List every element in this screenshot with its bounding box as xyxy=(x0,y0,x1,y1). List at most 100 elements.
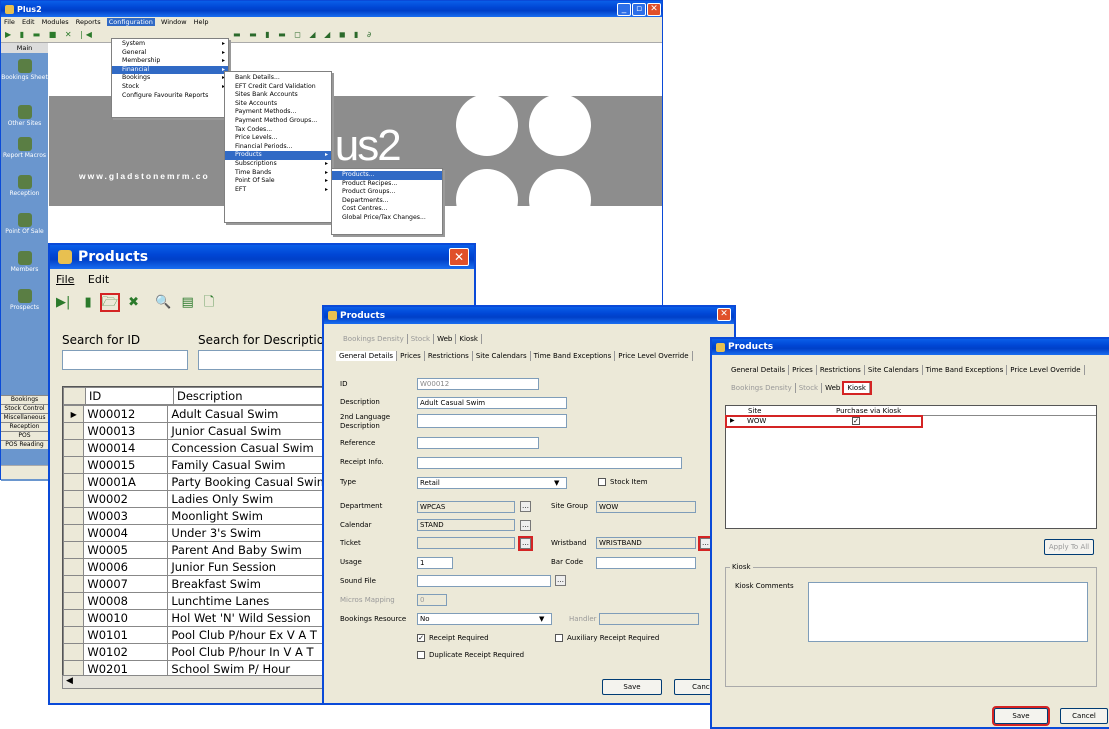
ticket-lookup-button[interactable]: … xyxy=(518,536,533,551)
menu-file[interactable]: File xyxy=(56,273,74,286)
save-button[interactable]: Save xyxy=(602,679,662,695)
save-button[interactable]: Save xyxy=(992,706,1050,726)
sidebar-item-other-sites[interactable]: Other Sites xyxy=(1,105,48,135)
financial-menu-item[interactable]: Sites Bank Accounts xyxy=(225,91,331,100)
column-header-purchase[interactable]: Purchase via Kiosk xyxy=(836,407,901,415)
sidebar-tab-reception[interactable]: Reception xyxy=(1,422,48,431)
row-selector[interactable] xyxy=(63,524,85,542)
first-record-icon[interactable]: ▶| xyxy=(56,295,70,310)
menu-edit[interactable]: Edit xyxy=(88,273,109,286)
table-row[interactable]: W00015 Family Casual Swim xyxy=(63,456,329,474)
financial-menu-item[interactable]: Price Levels... xyxy=(225,134,331,143)
department-lookup-button[interactable]: … xyxy=(520,501,531,512)
products-menu-item[interactable]: Product Groups... xyxy=(332,188,442,197)
tab-kiosk[interactable]: Kiosk xyxy=(456,334,482,344)
table-row[interactable]: W0002 Ladies Only Swim xyxy=(63,490,329,508)
menu-edit[interactable]: Edit xyxy=(22,18,35,26)
financial-menu-item[interactable]: Financial Periods... xyxy=(225,143,331,152)
financial-menu-item[interactable]: Payment Methods... xyxy=(225,108,331,117)
usage-field[interactable]: 1 xyxy=(417,557,453,569)
tab-restrictions[interactable]: Restrictions xyxy=(425,351,473,361)
tab-time-band-exceptions[interactable]: Time Band Exceptions xyxy=(531,351,616,361)
table-row[interactable]: W0102 Pool Club P/hour In V A T xyxy=(63,643,329,661)
search-id-input[interactable] xyxy=(62,350,188,370)
tab-restrictions[interactable]: Restrictions xyxy=(817,365,865,375)
duplicate-receipt-checkbox[interactable]: Duplicate Receipt Required xyxy=(417,651,524,660)
table-row[interactable]: W0004 Under 3's Swim xyxy=(63,524,329,542)
print-icon[interactable]: ▤ xyxy=(181,295,193,310)
financial-menu-item[interactable]: Bank Details... xyxy=(225,74,331,83)
purchase-via-kiosk-checkbox[interactable]: ✓ xyxy=(852,417,864,425)
tab-web[interactable]: Web xyxy=(822,383,845,393)
table-row[interactable]: W0008 Lunchtime Lanes xyxy=(63,592,329,610)
reference-field[interactable] xyxy=(417,437,539,449)
sidebar-item-point-of-sale[interactable]: Point Of Sale xyxy=(1,213,48,249)
menu-window[interactable]: Window xyxy=(161,18,187,26)
sidebar-item-report-macros[interactable]: Report Macros xyxy=(1,137,48,173)
products-menu-item[interactable]: Departments... xyxy=(332,197,442,206)
financial-menu-item[interactable]: Time Bands xyxy=(225,169,331,178)
tab-general-details[interactable]: General Details xyxy=(728,365,790,375)
minimize-button[interactable]: _ xyxy=(617,3,631,16)
menu-configuration[interactable]: Configuration xyxy=(106,18,155,26)
menu-modules[interactable]: Modules xyxy=(42,18,69,26)
sidebar-item-reception[interactable]: Reception xyxy=(1,175,48,211)
sidebar-item-prospects[interactable]: Prospects xyxy=(1,289,48,325)
financial-menu-item[interactable]: EFT xyxy=(225,186,331,195)
financial-menu-item-products[interactable]: Products xyxy=(225,151,331,160)
toolbar-icons-right[interactable]: ▬ ▬ ▮ ▬ ◻ ◢ ◢ ◼ ▮ ∂ xyxy=(233,30,374,39)
sidebar-item-bookings-sheet[interactable]: Bookings Sheet xyxy=(1,59,48,103)
search-description-input[interactable] xyxy=(198,350,328,370)
calendar-lookup-button[interactable]: … xyxy=(520,520,531,531)
kiosk-site-row[interactable]: ▶ WOW ✓ xyxy=(725,415,923,428)
row-selector[interactable] xyxy=(63,422,85,440)
row-selector[interactable] xyxy=(63,473,85,491)
column-header-description[interactable]: Description xyxy=(173,387,329,405)
sidebar-tab-pos-reading[interactable]: POS Reading xyxy=(1,440,48,449)
row-selector[interactable] xyxy=(63,575,85,593)
column-header-id[interactable]: ID xyxy=(85,387,174,405)
kiosk-comments-textarea[interactable] xyxy=(808,582,1088,642)
table-row[interactable]: W0001A Party Booking Casual Swim xyxy=(63,473,329,491)
sidebar-tab-misc[interactable]: Miscellaneous xyxy=(1,413,48,422)
find-icon[interactable]: 🔍 xyxy=(155,295,171,310)
open-folder-icon[interactable]: 🗁 xyxy=(99,293,120,312)
tab-bookings-density[interactable]: Bookings Density xyxy=(728,383,796,393)
aux-receipt-checkbox[interactable]: Auxiliary Receipt Required xyxy=(555,634,659,643)
products-menu-item[interactable]: Product Recipes... xyxy=(332,180,442,189)
tab-stock[interactable]: Stock xyxy=(796,383,823,393)
bookings-resource-select[interactable]: No xyxy=(417,613,552,625)
menu-reports[interactable]: Reports xyxy=(76,18,101,26)
tab-site-calendars[interactable]: Site Calendars xyxy=(865,365,923,375)
receipt-required-checkbox[interactable]: ✓ Receipt Required xyxy=(417,634,489,643)
tab-price-level-override[interactable]: Price Level Override xyxy=(615,351,693,361)
tab-general-details[interactable]: General Details xyxy=(336,351,398,361)
tab-web[interactable]: Web xyxy=(434,334,457,344)
config-menu-item[interactable]: Stock xyxy=(112,83,228,92)
table-row[interactable]: W0101 Pool Club P/hour Ex V A T xyxy=(63,626,329,644)
close-button[interactable]: ✕ xyxy=(717,308,731,321)
tab-prices[interactable]: Prices xyxy=(789,365,817,375)
row-selector[interactable] xyxy=(63,490,85,508)
column-header-site[interactable]: Site xyxy=(748,407,761,415)
maximize-button[interactable]: ▫ xyxy=(632,3,646,16)
sound-file-field[interactable] xyxy=(417,575,551,587)
row-selector-icon[interactable]: ▶ xyxy=(63,405,85,423)
config-menu-item[interactable]: General xyxy=(112,49,228,58)
products-menu-item[interactable]: Global Price/Tax Changes... xyxy=(332,214,442,223)
calendar-field[interactable]: STAND xyxy=(417,519,515,531)
row-selector[interactable] xyxy=(63,456,85,474)
config-menu-item[interactable]: Configure Favourite Reports xyxy=(112,92,228,101)
products-menu-item-products[interactable]: Products... xyxy=(332,171,442,180)
config-menu-item[interactable]: Membership xyxy=(112,57,228,66)
tab-bookings-density[interactable]: Bookings Density xyxy=(340,334,408,344)
financial-menu-item[interactable]: Point Of Sale xyxy=(225,177,331,186)
horizontal-scrollbar[interactable]: ◀ xyxy=(62,675,330,689)
apply-to-all-button[interactable]: Apply To All xyxy=(1044,539,1094,555)
row-selector[interactable] xyxy=(63,626,85,644)
table-row[interactable]: W0005 Parent And Baby Swim xyxy=(63,541,329,559)
sidebar-item-members[interactable]: Members xyxy=(1,251,48,287)
config-menu-item-financial[interactable]: Financial xyxy=(112,65,228,75)
menu-file[interactable]: File xyxy=(4,18,15,26)
financial-menu-item[interactable]: Subscriptions xyxy=(225,160,331,169)
